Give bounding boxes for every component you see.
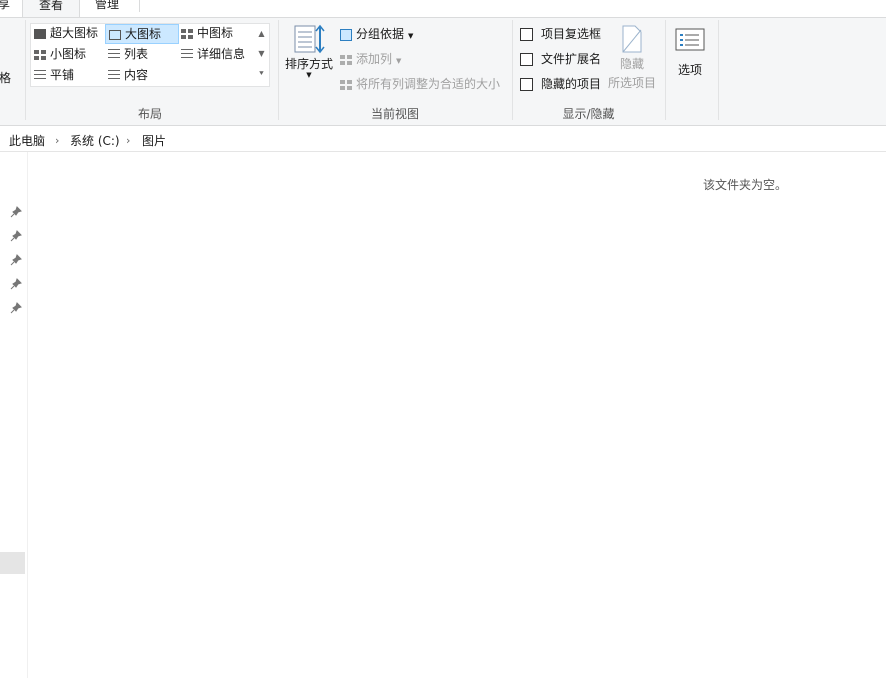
chevron-right-icon[interactable]: › xyxy=(126,131,130,151)
add-columns-button[interactable]: 添加列 ▼ xyxy=(340,49,401,69)
chevron-down-icon: ▼ xyxy=(306,71,312,79)
pin-icon[interactable] xyxy=(10,206,22,218)
file-extensions-label: 文件扩展名 xyxy=(541,52,602,66)
file-list-area[interactable] xyxy=(28,152,886,678)
group-by-label: 分组依据 xyxy=(356,27,405,41)
sort-by-label: 排序方式 xyxy=(284,57,333,71)
layout-tiles-label: 平铺 xyxy=(50,68,75,82)
layout-medium-label: 中图标 xyxy=(197,26,234,40)
pin-icon[interactable] xyxy=(10,230,22,242)
content-icon xyxy=(108,70,120,81)
panes-button-partial[interactable]: 格 xyxy=(0,68,11,88)
layout-details-label: 详细信息 xyxy=(197,47,246,61)
layout-large-label: 大图标 xyxy=(125,27,162,41)
list-icon xyxy=(108,49,120,60)
small-icons-icon xyxy=(34,49,46,60)
group-label-layout: 布局 xyxy=(137,107,162,121)
gallery-expand[interactable]: ⯆ xyxy=(255,64,268,84)
nav-selected-item[interactable] xyxy=(0,552,25,574)
chevron-down-icon: ▼ xyxy=(408,32,414,40)
hide-selected-items-button[interactable]: 隐藏 所选项目 xyxy=(606,24,658,91)
size-all-columns-button[interactable]: 将所有列调整为合适的大小 xyxy=(340,74,500,94)
layout-large-icons[interactable]: 大图标 xyxy=(105,24,179,44)
layout-small-icons[interactable]: 小图标 xyxy=(34,44,86,64)
hide-selected-label-2: 所选项目 xyxy=(607,76,656,90)
add-columns-icon xyxy=(340,54,352,65)
group-by-icon xyxy=(340,28,352,41)
tab-view[interactable]: 查看 xyxy=(22,0,80,18)
hidden-items-checkbox[interactable] xyxy=(520,78,533,91)
file-extensions-toggle[interactable]: 文件扩展名 xyxy=(520,49,601,69)
group-separator xyxy=(718,20,719,120)
layout-list-label: 列表 xyxy=(124,47,149,61)
pin-icon[interactable] xyxy=(10,302,22,314)
large-icons-icon xyxy=(109,29,121,40)
navigation-pane xyxy=(0,152,28,678)
item-checkboxes-checkbox[interactable] xyxy=(520,28,533,41)
layout-small-label: 小图标 xyxy=(50,47,87,61)
group-separator xyxy=(25,20,26,120)
options-button[interactable]: 选项 xyxy=(670,28,710,78)
layout-list[interactable]: 列表 xyxy=(108,44,148,64)
tab-manage[interactable]: 管理 xyxy=(95,0,135,16)
empty-folder-message: 该文件夹为空。 xyxy=(703,178,788,192)
file-extensions-checkbox[interactable] xyxy=(520,53,533,66)
tab-divider xyxy=(139,0,140,12)
breadcrumb-system-c[interactable]: 系统 (C:) xyxy=(70,131,120,151)
pin-icon[interactable] xyxy=(10,278,22,290)
group-by-button[interactable]: 分组依据 ▼ xyxy=(340,24,413,44)
pin-icon[interactable] xyxy=(10,254,22,266)
layout-content[interactable]: 内容 xyxy=(108,65,148,85)
chevron-right-icon[interactable]: › xyxy=(55,131,59,151)
item-checkboxes-label: 项目复选框 xyxy=(541,27,602,41)
sort-by-icon xyxy=(294,24,325,54)
medium-icons-icon xyxy=(181,28,193,39)
layout-details[interactable]: 详细信息 xyxy=(181,44,245,64)
ribbon: 格 超大图标 大图标 中图标 小图标 列表 详细信息 平铺 内容 ▲ ▼ ⯆ 布… xyxy=(0,17,886,126)
extra-large-icons-icon xyxy=(34,28,46,39)
size-columns-label: 将所有列调整为合适的大小 xyxy=(356,77,501,91)
layout-gallery: 超大图标 大图标 中图标 小图标 列表 详细信息 平铺 内容 xyxy=(30,23,270,87)
layout-content-label: 内容 xyxy=(124,68,149,82)
layout-tiles[interactable]: 平铺 xyxy=(34,65,74,85)
hide-selected-icon xyxy=(622,25,642,53)
tab-share[interactable]: 享 xyxy=(0,0,10,16)
breadcrumb-pictures[interactable]: 图片 xyxy=(142,131,166,151)
group-label-show-hide: 显示/隐藏 xyxy=(562,107,615,121)
hidden-items-label: 隐藏的项目 xyxy=(541,77,602,91)
add-columns-label: 添加列 xyxy=(356,52,393,66)
sort-by-button[interactable]: 排序方式 ▼ xyxy=(283,24,335,79)
breadcrumb: 此电脑 › 系统 (C:) › 图片 xyxy=(0,131,886,152)
hidden-items-toggle[interactable]: 隐藏的项目 xyxy=(520,74,601,94)
breadcrumb-this-pc[interactable]: 此电脑 xyxy=(9,131,45,151)
layout-medium-icons[interactable]: 中图标 xyxy=(181,23,233,43)
chevron-down-icon: ▼ xyxy=(396,57,402,65)
size-columns-icon xyxy=(340,79,352,90)
ribbon-tab-strip: 享 查看 管理 xyxy=(0,0,886,18)
group-label-current-view: 当前视图 xyxy=(370,107,419,121)
gallery-scroll-down[interactable]: ▼ xyxy=(255,44,268,64)
options-icon xyxy=(675,28,705,51)
hide-selected-label-1: 隐藏 xyxy=(619,57,644,71)
group-separator xyxy=(665,20,666,120)
details-icon xyxy=(181,49,193,60)
tiles-icon xyxy=(34,70,46,81)
layout-extra-large-icons[interactable]: 超大图标 xyxy=(34,23,98,43)
gallery-scroll-up[interactable]: ▲ xyxy=(255,24,268,44)
item-checkboxes-toggle[interactable]: 项目复选框 xyxy=(520,24,601,44)
layout-extra-large-label: 超大图标 xyxy=(50,26,99,40)
options-label: 选项 xyxy=(677,63,702,77)
